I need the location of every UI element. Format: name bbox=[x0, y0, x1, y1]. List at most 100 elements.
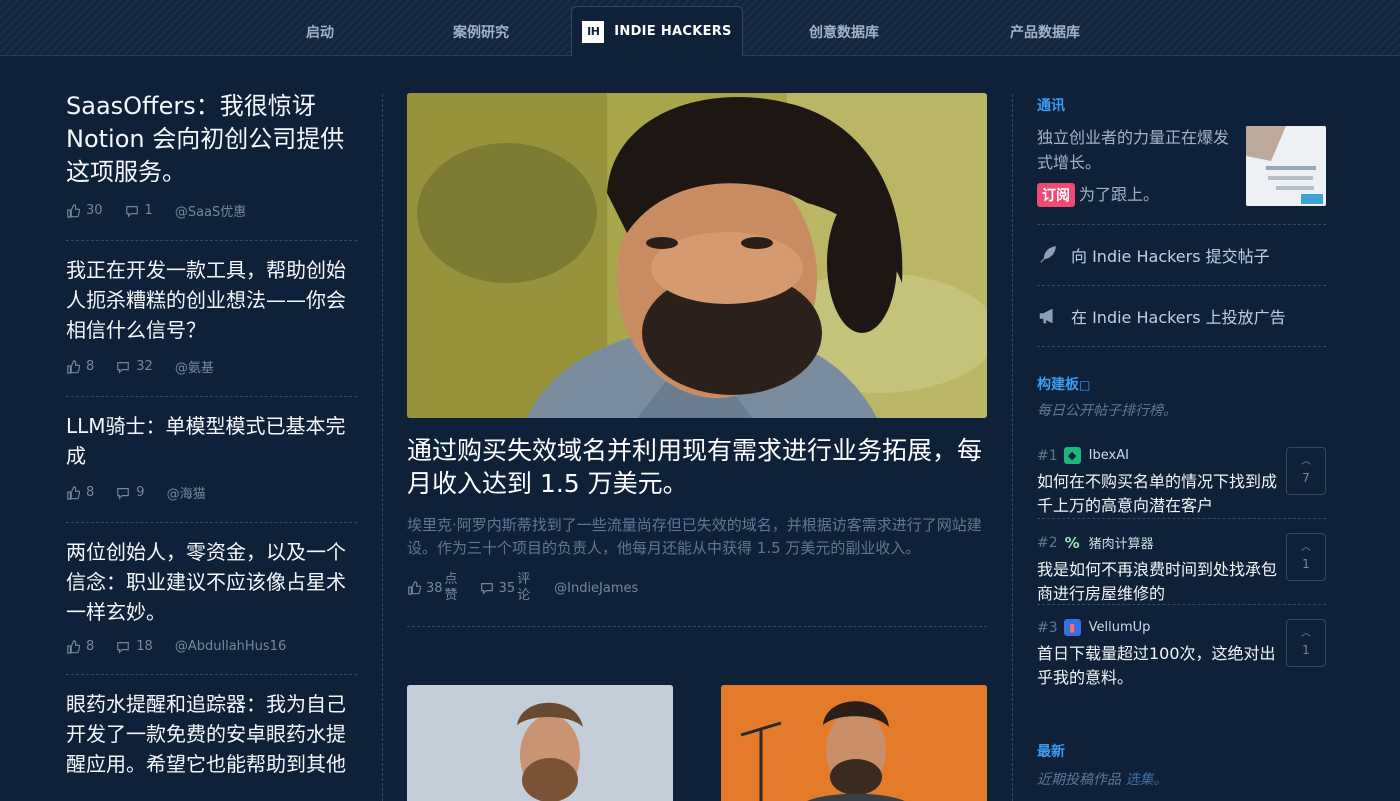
featured-post-meta: 38 点赞 35 评论 @IndieJames bbox=[407, 572, 987, 604]
list-item[interactable]: LLM骑士：单模型模式已基本完成 8 9 @海猫 bbox=[66, 411, 357, 523]
comment-count: 1 bbox=[144, 203, 153, 218]
nav-tab-ideas-database[interactable]: 创意数据库 bbox=[786, 8, 902, 56]
comment-icon[interactable] bbox=[116, 360, 130, 374]
right-sidebar: 通讯 独立创业者的力量正在爆发式增长。 订阅 为了跟上。 向 Indie Hack… bbox=[1037, 95, 1326, 788]
pork-calculator-logo-icon: % bbox=[1064, 533, 1080, 552]
latest-link[interactable]: 选集。 bbox=[1125, 772, 1167, 788]
featured-post[interactable]: 通过购买失效域名并利用现有需求进行业务拓展，每月收入达到 1.5 万美元。 埃里… bbox=[407, 93, 987, 801]
featured-image[interactable] bbox=[407, 93, 987, 418]
like-count: 8 bbox=[86, 639, 95, 654]
post-title[interactable]: LLM骑士：单模型模式已基本完成 bbox=[66, 411, 357, 471]
newsletter-preview-image bbox=[1246, 126, 1326, 206]
post-thumbnail[interactable] bbox=[407, 685, 673, 801]
thumbs-up-icon[interactable] bbox=[66, 203, 80, 218]
like-label: 点赞 bbox=[444, 572, 458, 603]
newsletter-thumbnail[interactable] bbox=[1246, 126, 1326, 206]
submit-post-link[interactable]: 向 Indie Hackers 提交帖子 bbox=[1037, 225, 1326, 285]
like-count: 8 bbox=[86, 359, 95, 374]
nav-tab-products-database[interactable]: 产品数据库 bbox=[987, 8, 1103, 56]
product-name[interactable]: IbexAI bbox=[1089, 448, 1129, 463]
newsletter-section: 通讯 独立创业者的力量正在爆发式增长。 订阅 为了跟上。 bbox=[1037, 95, 1326, 217]
comment-count: 32 bbox=[136, 359, 153, 374]
left-post-list: SaasOffers：我很惊讶 Notion 会向初创公司提供这项服务。 30 … bbox=[66, 90, 357, 801]
advertise-link[interactable]: 在 Indie Hackers 上投放广告 bbox=[1037, 286, 1326, 346]
product-name[interactable]: VellumUp bbox=[1089, 620, 1151, 635]
post-author[interactable]: @AbdullahHus16 bbox=[175, 639, 286, 654]
comment-count: 18 bbox=[136, 639, 153, 654]
nav-tab-case-studies[interactable]: 案例研究 bbox=[431, 8, 531, 56]
comment-icon[interactable] bbox=[116, 640, 130, 654]
thumbs-up-icon[interactable] bbox=[66, 359, 80, 374]
post-title[interactable]: 我正在开发一款工具，帮助创始人扼杀糟糕的创业想法——你会相信什么信号？ bbox=[66, 255, 357, 345]
post-title[interactable]: 眼药水提醒和追踪器：我为自己开发了一款免费的安卓眼药水提醒应用。希望它也能帮助到… bbox=[66, 689, 357, 779]
vellumup-logo-icon: ▮ bbox=[1063, 619, 1081, 636]
list-item[interactable]: 两位创始人，零资金，以及一个信念：职业建议不应该像占星术一样玄妙。 8 18 @… bbox=[66, 537, 357, 675]
building-board-section: 构建板□ 每日公开帖子排行榜。 bbox=[1037, 374, 1326, 420]
featured-post-description: 埃里克·阿罗内斯蒂找到了一些流量尚存但已失效的域名，并根据访客需求进行了网站建设… bbox=[407, 516, 982, 557]
post-meta: 8 32 @氨基 bbox=[66, 357, 357, 376]
nav-tab-indie-hackers[interactable]: IH INDIE HACKERS bbox=[571, 6, 743, 56]
comment-count: 35 bbox=[498, 580, 516, 596]
newsletter-title[interactable]: 通讯 bbox=[1037, 95, 1326, 115]
rank-number: #1 bbox=[1037, 447, 1058, 464]
board-subtitle: 每日公开帖子排行榜。 bbox=[1037, 403, 1177, 419]
leaderboard-item-title[interactable]: 首日下载量超过100次，这绝对出乎我的意料。 bbox=[1037, 642, 1277, 690]
upvote-button[interactable]: ︿ 1 bbox=[1286, 619, 1326, 667]
feather-icon bbox=[1040, 246, 1056, 263]
upvote-button[interactable]: ︿ 1 bbox=[1286, 533, 1326, 581]
comment-count: 9 bbox=[136, 485, 145, 500]
leaderboard-item-title[interactable]: 如何在不购买名单的情况下找到成千上万的高意向潜在客户 bbox=[1037, 470, 1277, 518]
post-author[interactable]: @IndieJames bbox=[554, 581, 638, 596]
subscribe-button[interactable]: 订阅 bbox=[1037, 183, 1075, 207]
advertise-label: 在 Indie Hackers 上投放广告 bbox=[1071, 308, 1286, 327]
list-item[interactable]: 眼药水提醒和追踪器：我为自己开发了一款免费的安卓眼药水提醒应用。希望它也能帮助到… bbox=[66, 689, 357, 799]
post-title[interactable]: SaasOffers：我很惊讶 Notion 会向初创公司提供这项服务。 bbox=[66, 90, 357, 189]
latest-title[interactable]: 最新 bbox=[1037, 741, 1167, 761]
rank-number: #3 bbox=[1037, 619, 1058, 636]
product-name[interactable]: 猪肉计算器 bbox=[1089, 533, 1154, 552]
post-thumbnail[interactable] bbox=[721, 685, 987, 801]
leaderboard-item-header: #2 % 猪肉计算器 bbox=[1037, 533, 1326, 553]
rank-number: #2 bbox=[1037, 534, 1058, 551]
board-title[interactable]: 构建板□ bbox=[1037, 374, 1326, 394]
thumbs-up-icon[interactable] bbox=[66, 485, 80, 500]
section-divider bbox=[1037, 346, 1326, 347]
post-meta: 30 1 @SaaS优惠 bbox=[66, 201, 357, 220]
column-divider bbox=[1012, 94, 1013, 801]
post-author[interactable]: @SaaS优惠 bbox=[175, 201, 246, 220]
thumbs-up-icon[interactable] bbox=[407, 581, 421, 595]
chevron-up-icon: ︿ bbox=[1301, 456, 1311, 467]
nav-tab-indie-hackers-label: INDIE HACKERS bbox=[614, 24, 732, 39]
comment-icon[interactable] bbox=[116, 486, 130, 500]
post-author[interactable]: @海猫 bbox=[167, 483, 206, 502]
latest-subtitle: 近期投稿作品 选集。 bbox=[1037, 772, 1168, 788]
leaderboard-item[interactable]: #3 ▮ VellumUp 首日下载量超过100次，这绝对出乎我的意料。 ︿ 1 bbox=[1037, 619, 1326, 716]
upvote-button[interactable]: ︿ 7 bbox=[1286, 447, 1326, 495]
subscribe-suffix: 为了跟上。 bbox=[1079, 185, 1160, 204]
nav-tab-launch[interactable]: 启动 bbox=[270, 8, 370, 56]
leaderboard-item-title[interactable]: 我是如何不再浪费时间到处找承包商进行房屋维修的 bbox=[1037, 558, 1277, 606]
list-item[interactable]: 我正在开发一款工具，帮助创始人扼杀糟糕的创业想法——你会相信什么信号？ 8 32… bbox=[66, 255, 357, 397]
column-divider bbox=[382, 94, 383, 801]
section-divider bbox=[407, 626, 987, 627]
leaderboard-list: #1 ◆ IbexAI 如何在不购买名单的情况下找到成千上万的高意向潜在客户 ︿… bbox=[1037, 447, 1326, 716]
top-navigation: 启动 案例研究 IH INDIE HACKERS 创意数据库 产品数据库 bbox=[0, 0, 1400, 56]
secondary-posts bbox=[407, 685, 987, 801]
comment-icon[interactable] bbox=[125, 204, 139, 218]
comment-icon[interactable] bbox=[480, 581, 494, 595]
newsletter-text: 独立创业者的力量正在爆发式增长。 bbox=[1037, 128, 1230, 172]
post-author[interactable]: @氨基 bbox=[175, 357, 214, 376]
portrait-illustration bbox=[721, 685, 987, 801]
thumbs-up-icon[interactable] bbox=[66, 639, 80, 654]
chevron-up-icon: ︿ bbox=[1301, 542, 1311, 553]
list-item[interactable]: SaasOffers：我很惊讶 Notion 会向初创公司提供这项服务。 30 … bbox=[66, 90, 357, 241]
featured-post-title[interactable]: 通过购买失效域名并利用现有需求进行业务拓展，每月收入达到 1.5 万美元。 bbox=[407, 434, 987, 500]
megaphone-icon bbox=[1039, 308, 1053, 324]
post-title[interactable]: 两位创始人，零资金，以及一个信念：职业建议不应该像占星术一样玄妙。 bbox=[66, 537, 357, 627]
leaderboard-item[interactable]: #1 ◆ IbexAI 如何在不购买名单的情况下找到成千上万的高意向潜在客户 ︿… bbox=[1037, 447, 1326, 544]
leaderboard-item[interactable]: #2 % 猪肉计算器 我是如何不再浪费时间到处找承包商进行房屋维修的 ︿ 1 bbox=[1037, 533, 1326, 630]
leaderboard-item-header: #1 ◆ IbexAI bbox=[1037, 447, 1326, 464]
post-meta: 8 18 @AbdullahHus16 bbox=[66, 639, 357, 654]
vote-count: 7 bbox=[1302, 471, 1310, 485]
leaderboard-item-header: #3 ▮ VellumUp bbox=[1037, 619, 1326, 636]
